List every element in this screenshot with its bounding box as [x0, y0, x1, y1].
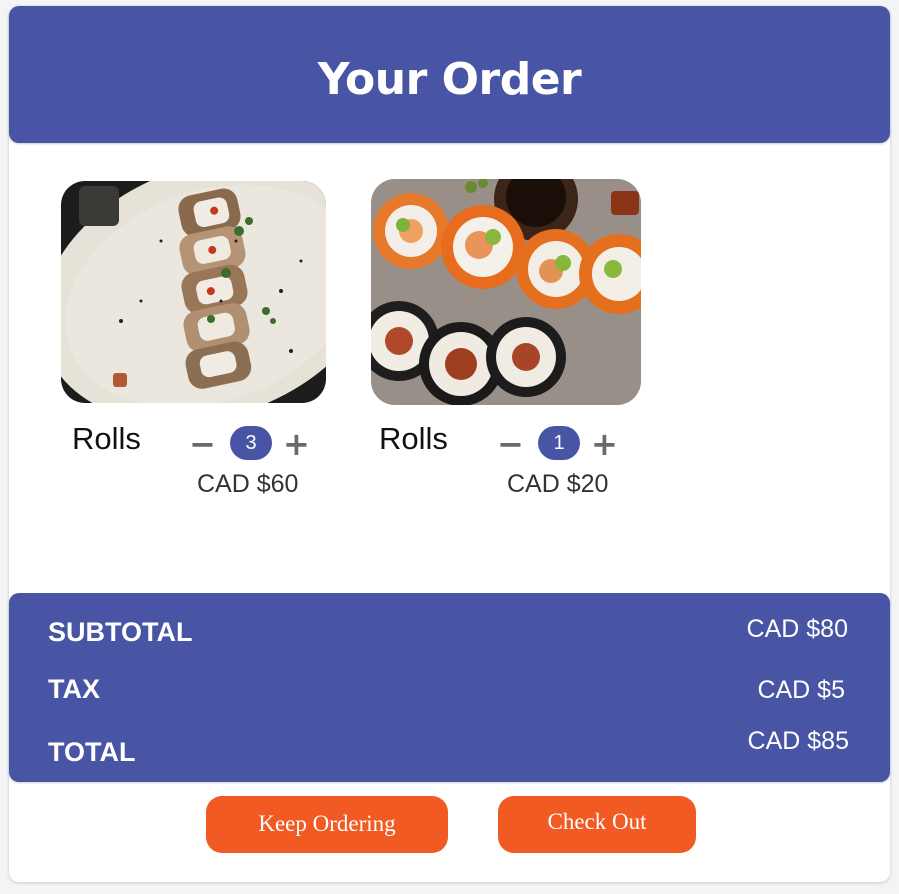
quantity-badge: 1 [538, 426, 580, 460]
subtotal-value: CAD $80 [746, 615, 848, 643]
decrease-quantity-button[interactable]: − [497, 428, 524, 460]
subtotal-label: SUBTOTAL [48, 617, 193, 647]
order-summary: SUBTOTAL CAD $80 TAX CAD $5 TOTAL CAD $8… [9, 593, 890, 782]
quantity-badge: 3 [230, 426, 272, 460]
check-out-button[interactable]: Check Out [498, 796, 696, 853]
increase-quantity-button[interactable]: + [283, 428, 310, 460]
page-title: Your Order [317, 54, 582, 105]
increase-quantity-button[interactable]: + [591, 428, 618, 460]
item-price: CAD $20 [507, 470, 609, 498]
item-price: CAD $60 [197, 470, 299, 498]
decrease-quantity-button[interactable]: − [189, 428, 216, 460]
total-value: CAD $85 [747, 727, 849, 755]
tax-label: TAX [48, 674, 100, 704]
item-image-rolls-2 [371, 179, 641, 405]
item-image-rolls-1 [61, 181, 326, 403]
item-name: Rolls [72, 421, 141, 456]
keep-ordering-button[interactable]: Keep Ordering [206, 796, 448, 853]
total-label: TOTAL [48, 737, 136, 767]
item-name: Rolls [379, 421, 448, 456]
tax-value: CAD $5 [757, 676, 845, 704]
order-header: Your Order [9, 6, 890, 143]
